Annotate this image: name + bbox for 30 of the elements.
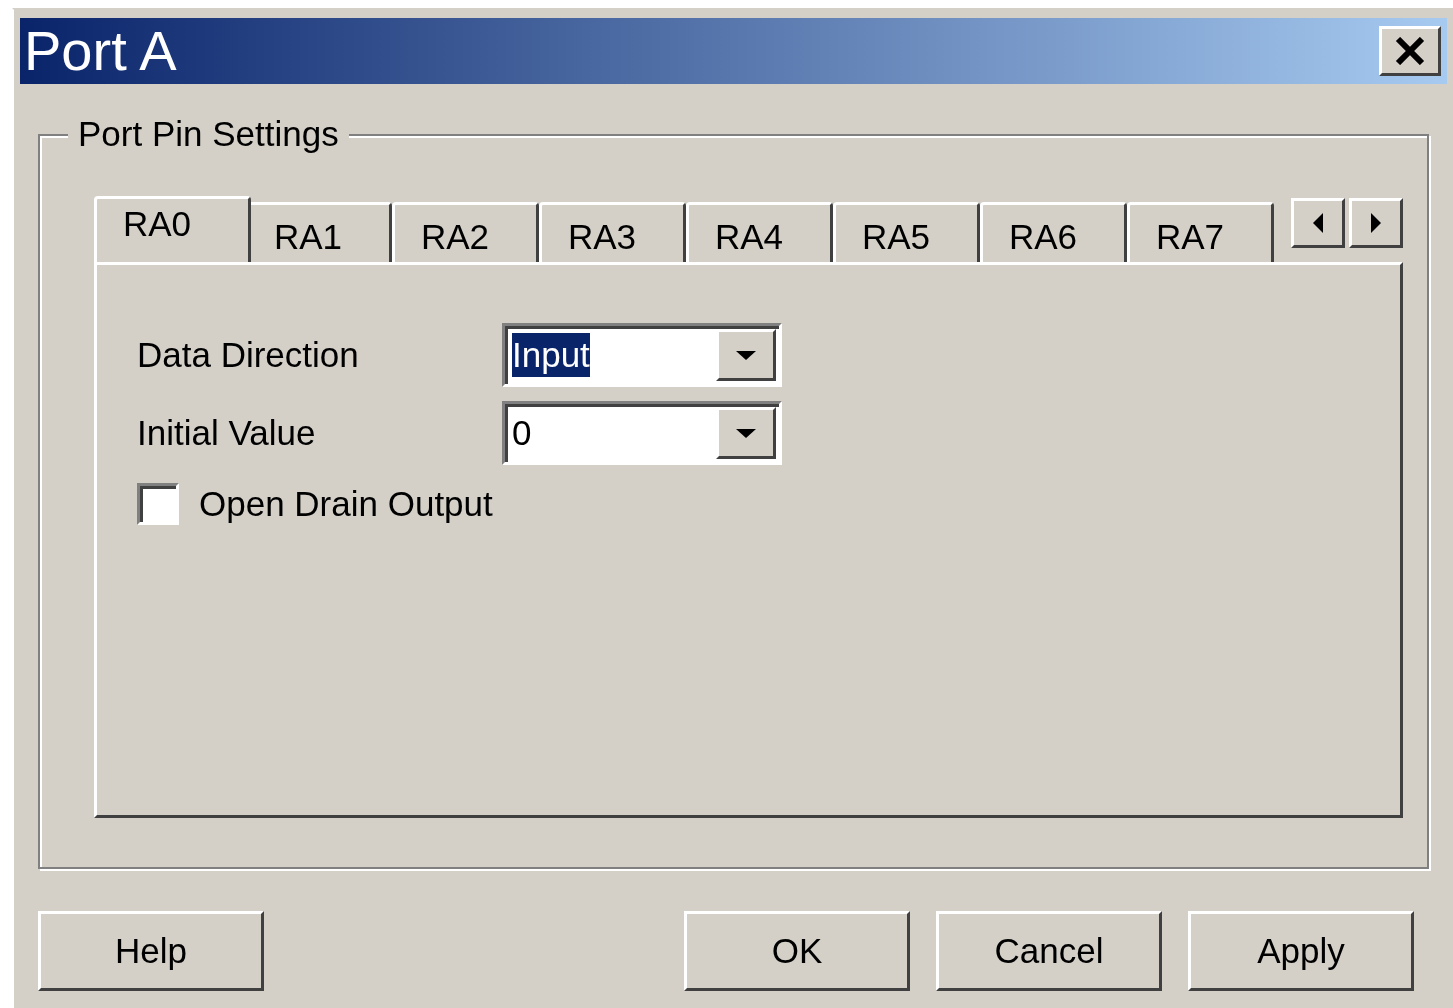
checkbox[interactable] (137, 483, 179, 525)
dialog-button[interactable]: OK (684, 911, 910, 991)
field-value: Input (512, 333, 590, 377)
checkbox-label: Open Drain Output (199, 484, 493, 524)
dialog-button[interactable]: Apply (1188, 911, 1414, 991)
dialog-button[interactable]: Help (38, 911, 264, 991)
dropdown-button[interactable] (716, 407, 776, 459)
right-arrow-icon (1371, 213, 1381, 233)
close-icon (1395, 37, 1425, 65)
scroll-right-button[interactable] (1349, 198, 1403, 248)
tab[interactable]: RA5 (833, 202, 980, 262)
dropdown-button[interactable] (716, 329, 776, 381)
dropdown-field[interactable]: 0 (502, 401, 782, 465)
close-button[interactable] (1379, 26, 1441, 76)
tab[interactable]: RA2 (392, 202, 539, 262)
caret-icon (736, 350, 756, 360)
tab[interactable]: RA0 (94, 196, 251, 262)
field-value: 0 (512, 412, 533, 454)
field-label: Initial Value (137, 413, 317, 453)
dropdown-field[interactable]: Input (502, 323, 782, 387)
caret-icon (736, 428, 756, 438)
left-arrow-icon (1313, 213, 1323, 233)
scroll-left-button[interactable] (1291, 198, 1345, 248)
tab[interactable]: RA6 (980, 202, 1127, 262)
window-title: Port A (24, 23, 177, 79)
tab[interactable]: RA7 (1127, 202, 1274, 262)
tab[interactable]: RA4 (686, 202, 833, 262)
field-label: Data Direction (137, 335, 360, 375)
tab[interactable]: RA3 (539, 202, 686, 262)
dialog-button[interactable]: Cancel (936, 911, 1162, 991)
